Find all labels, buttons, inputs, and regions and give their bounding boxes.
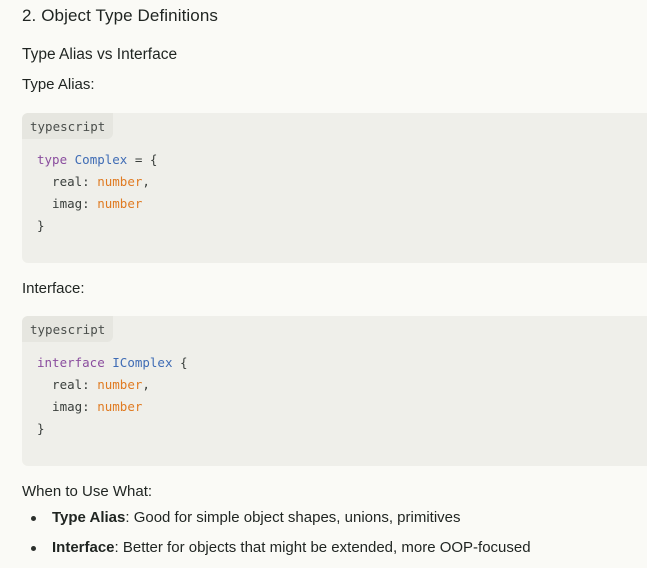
code-text: imag: [37, 399, 98, 414]
code-builtin-type: number [97, 399, 143, 414]
code-language-label: typescript [22, 113, 114, 139]
code-text: } [37, 421, 45, 436]
bullet-term: Type Alias [52, 509, 126, 526]
code-content: interface IComplex { real: number, imag:… [37, 352, 188, 440]
code-keyword: interface [37, 355, 105, 370]
bullet-icon [31, 516, 36, 521]
when-to-use-heading: When to Use What: [22, 483, 153, 500]
code-text: = { [127, 152, 158, 167]
code-builtin-type: number [97, 174, 143, 189]
bullet-term: Interface [52, 539, 115, 556]
type-alias-heading: Type Alias: [22, 76, 95, 93]
code-text: imag: [37, 196, 98, 211]
code-builtin-type: number [97, 377, 143, 392]
code-text: } [37, 218, 45, 233]
code-text: real: [37, 174, 98, 189]
interface-heading: Interface: [22, 280, 85, 297]
list-item: Interface: Better for objects that might… [22, 538, 642, 558]
code-text: , [142, 174, 150, 189]
subsection-title: Type Alias vs Interface [22, 46, 178, 63]
code-text: real: [37, 377, 98, 392]
code-language-label: typescript [22, 316, 114, 342]
bullet-text: : Better for objects that might be exten… [114, 539, 531, 556]
code-type-name: Complex [74, 152, 128, 167]
code-text: { [172, 355, 188, 370]
bullet-icon [31, 546, 36, 551]
code-block-interface: typescript interface IComplex { real: nu… [22, 316, 647, 466]
usage-list: Type Alias: Good for simple object shape… [22, 508, 642, 568]
code-block-type-alias: typescript type Complex = { real: number… [22, 113, 647, 263]
list-item: Type Alias: Good for simple object shape… [22, 508, 642, 528]
code-content: type Complex = { real: number, imag: num… [37, 149, 157, 237]
bullet-text: : Good for simple object shapes, unions,… [125, 509, 461, 526]
code-type-name: IComplex [112, 355, 173, 370]
code-keyword: type [37, 152, 68, 167]
code-text: , [142, 377, 150, 392]
code-builtin-type: number [97, 196, 143, 211]
section-title: 2. Object Type Definitions [22, 6, 218, 25]
